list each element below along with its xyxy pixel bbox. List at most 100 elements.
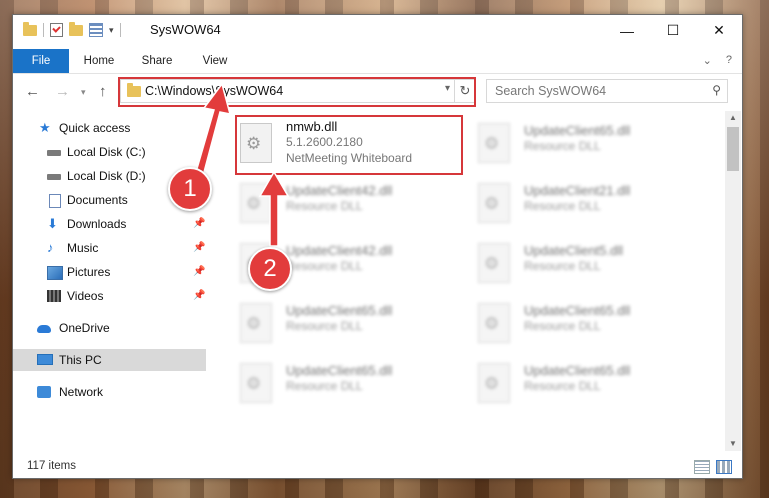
sidebar-item-label: OneDrive xyxy=(59,321,110,335)
gear-icon: ⚙ xyxy=(484,254,500,273)
file-description: Resource DLL xyxy=(524,319,601,333)
scroll-up-icon[interactable]: ▲ xyxy=(725,111,741,125)
dll-file-icon: ⚙ xyxy=(478,303,510,343)
sidebar-item-downloads[interactable]: ⬇ Downloads 📌 xyxy=(13,213,206,235)
file-description: Resource DLL xyxy=(524,379,601,393)
sidebar-item-label: Documents xyxy=(67,193,128,207)
ribbon-tabs: File Home Share View xyxy=(13,49,742,74)
star-icon: ★ xyxy=(39,120,51,135)
file-description: Resource DLL xyxy=(524,199,601,213)
forward-arrow-icon[interactable]: → xyxy=(55,83,70,100)
file-item[interactable]: ⚙ UpdateClient65.dll Resource DLL xyxy=(462,295,684,349)
file-name: UpdateClient65.dll xyxy=(286,303,393,318)
file-description: Resource DLL xyxy=(286,379,363,393)
sidebar-item-pictures[interactable]: Pictures 📌 xyxy=(13,261,206,283)
file-highlight-box xyxy=(235,115,463,175)
sidebar-item-label: Local Disk (C:) xyxy=(67,145,146,159)
sidebar-item-network[interactable]: Network xyxy=(13,381,206,403)
sidebar-item-this-pc[interactable]: This PC xyxy=(13,349,206,371)
sidebar-item-label: Music xyxy=(67,241,99,255)
file-description: Resource DLL xyxy=(286,319,363,333)
sidebar-item-label: Local Disk (D:) xyxy=(67,169,146,183)
vertical-scrollbar[interactable]: ▲ ▼ xyxy=(725,111,741,451)
expand-ribbon-icon[interactable]: ⌄ xyxy=(703,54,712,67)
file-item[interactable]: ⚙ UpdateClient65.dll Resource DLL xyxy=(224,355,446,409)
sidebar-item-label: Videos xyxy=(67,289,104,303)
file-name: UpdateClient65.dll xyxy=(524,303,631,318)
sidebar-item-music[interactable]: ♪ Music 📌 xyxy=(13,237,206,259)
sidebar-item-videos[interactable]: Videos 📌 xyxy=(13,285,206,307)
sidebar-item-quick-access[interactable]: ★ Quick access xyxy=(13,117,206,139)
file-item[interactable]: ⚙ UpdateClient21.dll Resource DLL xyxy=(462,175,684,229)
minimize-button[interactable]: — xyxy=(604,15,650,46)
window-controls: — ☐ ✕ xyxy=(604,15,742,46)
window-title: SysWOW64 xyxy=(150,22,221,37)
cloud-icon xyxy=(37,325,51,333)
close-button[interactable]: ✕ xyxy=(696,15,742,46)
folder-icon xyxy=(23,21,37,36)
tab-home[interactable]: Home xyxy=(71,49,127,73)
dll-file-icon: ⚙ xyxy=(478,183,510,223)
recent-locations-chevron-icon[interactable]: ▾ xyxy=(81,87,86,98)
file-item[interactable]: ⚙ UpdateClient5.dll Resource DLL xyxy=(462,235,684,289)
properties-check-icon[interactable] xyxy=(50,23,63,37)
status-bar: 117 items xyxy=(13,456,742,478)
sidebar-item-label: Downloads xyxy=(67,217,127,231)
large-icons-view-icon[interactable] xyxy=(716,460,732,474)
file-name: UpdateClient65.dll xyxy=(524,363,631,378)
search-input[interactable]: Search SysWOW64 xyxy=(495,84,606,98)
file-name: UpdateClient5.dll xyxy=(524,243,624,258)
dll-file-icon: ⚙ xyxy=(240,303,272,343)
gear-icon: ⚙ xyxy=(484,374,500,393)
dll-file-icon: ⚙ xyxy=(478,363,510,403)
toolbar-divider xyxy=(43,23,44,37)
file-name: UpdateClient21.dll xyxy=(524,183,631,198)
tab-file[interactable]: File xyxy=(13,49,69,73)
details-view-icon[interactable] xyxy=(694,460,710,474)
download-icon: ⬇ xyxy=(47,216,58,231)
new-folder-icon[interactable] xyxy=(69,21,83,36)
file-item[interactable]: ⚙ UpdateClient42.dll Resource DLL xyxy=(224,175,446,229)
file-item[interactable]: ⚙ UpdateClient65.dll Resource DLL xyxy=(224,295,446,349)
back-arrow-icon[interactable]: ← xyxy=(25,83,40,100)
file-name: UpdateClient42.dll xyxy=(286,183,393,198)
up-arrow-icon[interactable]: ↑ xyxy=(99,83,107,100)
dll-file-icon: ⚙ xyxy=(240,183,272,223)
gear-icon: ⚙ xyxy=(246,314,262,333)
pictures-icon xyxy=(47,266,63,280)
sidebar-item-local-disk-c[interactable]: Local Disk (C:) xyxy=(13,141,206,163)
customize-toolbar-dropdown-icon[interactable]: ▾ xyxy=(109,25,114,36)
gear-icon: ⚙ xyxy=(246,374,262,393)
properties-icon[interactable] xyxy=(89,23,103,37)
gear-icon: ⚙ xyxy=(484,314,500,333)
drive-icon xyxy=(47,150,61,156)
pin-icon[interactable]: 📌 xyxy=(193,261,205,283)
sidebar-item-label: Quick access xyxy=(59,121,131,135)
file-item[interactable]: ⚙ UpdateClient65.dll Resource DLL xyxy=(462,115,684,169)
help-button[interactable]: ? xyxy=(726,54,732,67)
scroll-down-icon[interactable]: ▼ xyxy=(725,437,741,451)
maximize-button[interactable]: ☐ xyxy=(650,15,696,46)
dll-file-icon: ⚙ xyxy=(478,243,510,283)
gear-icon: ⚙ xyxy=(484,194,500,213)
file-name: UpdateClient65.dll xyxy=(286,363,393,378)
dll-file-icon: ⚙ xyxy=(240,363,272,403)
scrollbar-thumb[interactable] xyxy=(727,127,739,171)
tab-share[interactable]: Share xyxy=(129,49,185,73)
dll-file-icon: ⚙ xyxy=(478,123,510,163)
file-item[interactable]: ⚙ UpdateClient65.dll Resource DLL xyxy=(462,355,684,409)
pin-icon[interactable]: 📌 xyxy=(193,213,205,235)
sidebar-item-onedrive[interactable]: OneDrive xyxy=(13,317,206,339)
file-name: UpdateClient65.dll xyxy=(524,123,631,138)
search-box[interactable]: Search SysWOW64 ⚲ xyxy=(486,79,728,103)
view-toggle xyxy=(694,460,732,474)
pin-icon[interactable]: 📌 xyxy=(193,237,205,259)
pin-icon[interactable]: 📌 xyxy=(193,285,205,307)
gear-icon: ⚙ xyxy=(484,134,500,153)
file-description: Resource DLL xyxy=(286,199,363,213)
sidebar-item-label: This PC xyxy=(59,353,102,367)
toolbar-divider xyxy=(119,23,121,37)
search-icon[interactable]: ⚲ xyxy=(712,83,721,97)
tab-view[interactable]: View xyxy=(187,49,243,73)
drive-icon xyxy=(47,174,61,180)
